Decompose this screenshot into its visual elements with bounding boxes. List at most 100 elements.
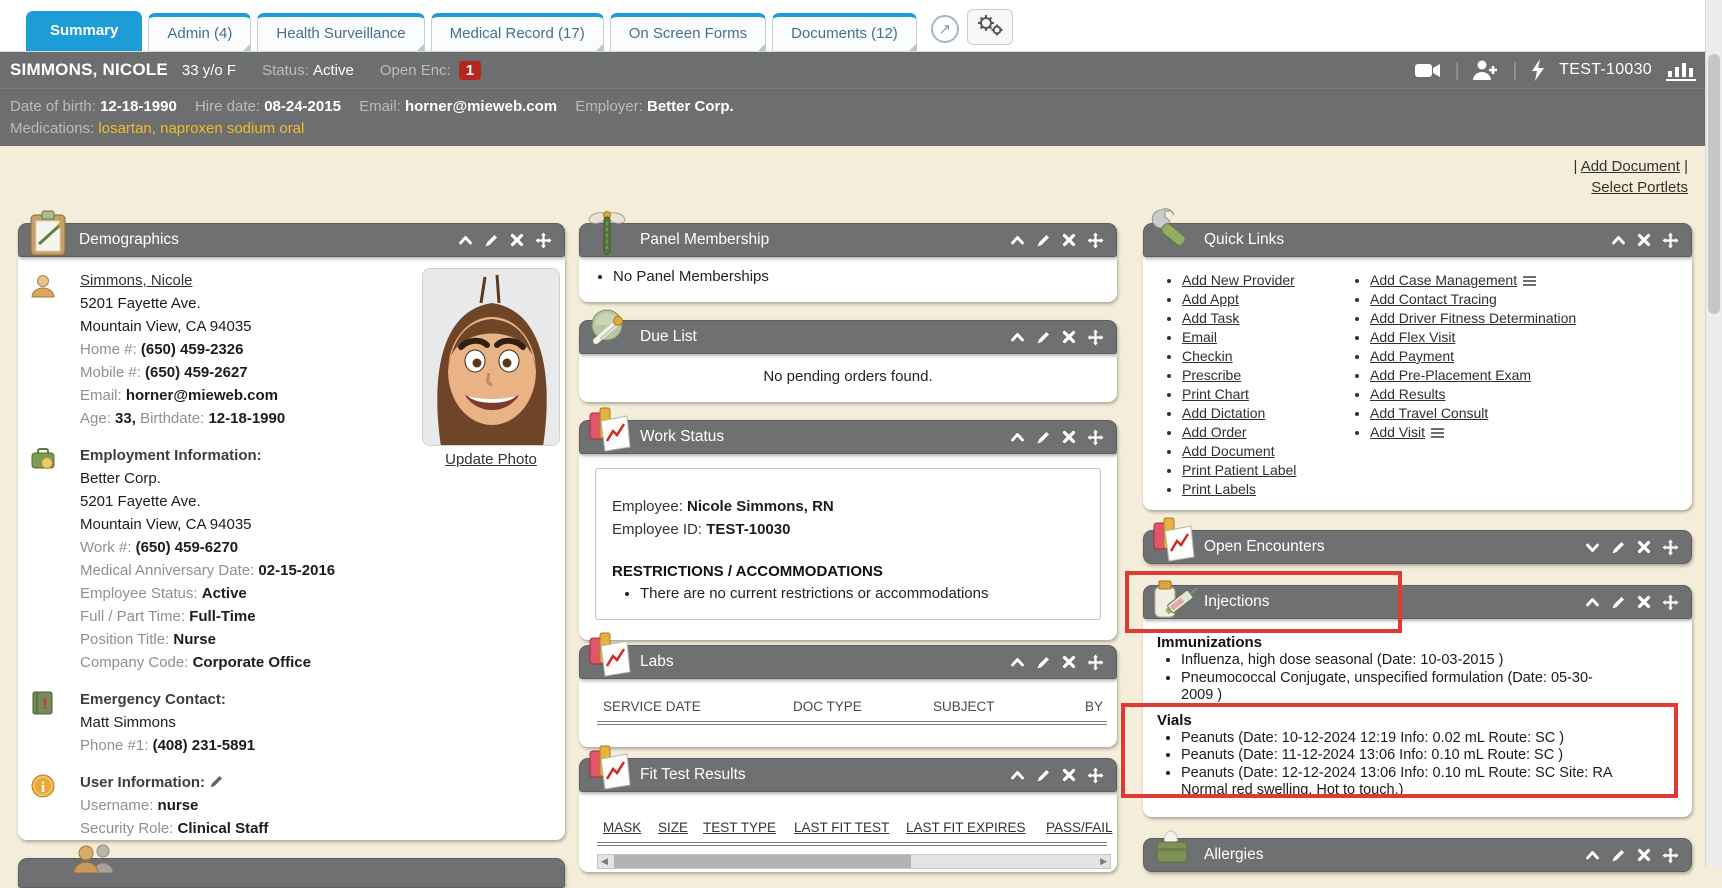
quick-link[interactable]: Add Task	[1182, 310, 1239, 326]
lightning-bolt-icon[interactable]	[1531, 59, 1545, 81]
close-icon[interactable]	[1637, 848, 1651, 862]
edit-icon[interactable]	[484, 233, 499, 248]
quick-link[interactable]: Add Flex Visit	[1370, 329, 1455, 345]
collapse-icon[interactable]	[1585, 595, 1600, 610]
bar-chart-icon[interactable]	[1666, 59, 1696, 81]
edit-icon[interactable]	[1036, 430, 1051, 445]
quick-link[interactable]: Checkin	[1182, 348, 1233, 364]
move-icon[interactable]	[535, 232, 552, 249]
close-icon[interactable]	[1062, 768, 1076, 782]
edit-icon[interactable]	[1611, 595, 1626, 610]
close-icon[interactable]	[1637, 595, 1651, 609]
quick-link[interactable]: Print Labels	[1182, 481, 1256, 497]
edit-icon[interactable]	[1036, 330, 1051, 345]
quick-link[interactable]: Add Order	[1182, 424, 1247, 440]
medication-link[interactable]: losartan	[98, 120, 151, 137]
collapse-icon[interactable]	[1010, 330, 1025, 345]
add-document-link[interactable]: Add Document	[1581, 158, 1680, 175]
move-icon[interactable]	[1087, 429, 1104, 446]
close-icon[interactable]	[1637, 233, 1651, 247]
quick-link[interactable]: Add Payment	[1370, 348, 1454, 364]
move-icon[interactable]	[1087, 654, 1104, 671]
scrollbar-thumb[interactable]	[1708, 54, 1720, 314]
medication-link[interactable]: naproxen sodium oral	[160, 120, 304, 137]
quick-link[interactable]: Add Appt	[1182, 291, 1239, 307]
quick-link[interactable]: Add Results	[1370, 386, 1445, 402]
close-icon[interactable]	[1637, 540, 1651, 554]
portlet-header: Injections	[1143, 585, 1692, 619]
collapse-icon[interactable]	[1611, 233, 1626, 248]
edit-icon[interactable]	[1611, 540, 1626, 555]
quick-link[interactable]: Add Dictation	[1182, 405, 1265, 421]
close-icon[interactable]	[510, 233, 524, 247]
vertical-scrollbar[interactable]	[1705, 0, 1722, 867]
close-icon[interactable]	[1062, 233, 1076, 247]
update-photo-link[interactable]: Update Photo	[445, 451, 537, 468]
move-icon[interactable]	[1662, 594, 1679, 611]
collapse-icon[interactable]	[1010, 768, 1025, 783]
select-portlets-link[interactable]: Select Portlets	[1591, 179, 1688, 196]
scrollbar-thumb[interactable]	[614, 855, 911, 868]
fit-test-column-header[interactable]: LAST FIT TEST	[794, 820, 889, 835]
wrench-icon	[1151, 208, 1197, 260]
close-icon[interactable]	[1062, 330, 1076, 344]
open-enc-label: Open Enc:	[380, 62, 451, 79]
expand-icon[interactable]	[1585, 540, 1600, 555]
collapse-icon[interactable]	[1010, 233, 1025, 248]
info-icon: i	[30, 773, 56, 803]
tab-medical-record[interactable]: Medical Record (17)	[431, 13, 604, 51]
edit-icon[interactable]	[1036, 768, 1051, 783]
patient-age-sex: 33 y/o F	[182, 62, 236, 79]
tab-health-surveillance[interactable]: Health Surveillance	[257, 13, 424, 51]
quick-link[interactable]: Add Contact Tracing	[1370, 291, 1497, 307]
edit-icon[interactable]	[1611, 848, 1626, 863]
collapse-icon[interactable]	[1010, 430, 1025, 445]
edit-icon[interactable]	[1036, 655, 1051, 670]
portlet-title: Fit Test Results	[640, 766, 746, 784]
collapse-icon[interactable]	[458, 233, 473, 248]
scroll-right-arrow[interactable]: ▶	[1100, 856, 1107, 867]
settings-gear-button[interactable]	[967, 9, 1013, 45]
quick-link[interactable]: Add Pre-Placement Exam	[1370, 367, 1531, 383]
tab-summary[interactable]: Summary	[26, 11, 142, 51]
help-icon[interactable]	[931, 15, 959, 43]
tab-admin[interactable]: Admin (4)	[148, 13, 251, 51]
quick-link[interactable]: Add Driver Fitness Determination	[1370, 310, 1576, 326]
person-add-icon[interactable]	[1473, 60, 1498, 81]
quick-link[interactable]: Email	[1182, 329, 1217, 345]
video-camera-icon[interactable]	[1415, 62, 1441, 79]
quick-link[interactable]: Print Chart	[1182, 386, 1249, 402]
scroll-left-arrow[interactable]: ◀	[601, 856, 608, 867]
tab-on-screen-forms[interactable]: On Screen Forms	[610, 13, 766, 51]
close-icon[interactable]	[1062, 655, 1076, 669]
fit-test-column-header[interactable]: MASK	[603, 820, 641, 835]
fit-test-column-header[interactable]: LAST FIT EXPIRES	[906, 820, 1026, 835]
quick-link[interactable]: Add Travel Consult	[1370, 405, 1488, 421]
close-icon[interactable]	[1062, 430, 1076, 444]
fit-test-column-header[interactable]: TEST TYPE	[703, 820, 776, 835]
fit-test-column-header[interactable]: PASS/FAIL	[1046, 820, 1113, 835]
collapse-icon[interactable]	[1585, 848, 1600, 863]
quick-link[interactable]: Print Patient Label	[1182, 462, 1296, 478]
patient-name-link[interactable]: Simmons, Nicole	[80, 272, 193, 289]
fit-test-column-header[interactable]: SIZE	[658, 820, 688, 835]
move-icon[interactable]	[1087, 232, 1104, 249]
quick-link[interactable]: Add Case Management	[1370, 272, 1517, 288]
move-icon[interactable]	[1662, 539, 1679, 556]
quick-link[interactable]: Add Visit	[1370, 424, 1425, 440]
move-icon[interactable]	[1087, 329, 1104, 346]
quick-link[interactable]: Prescribe	[1182, 367, 1241, 383]
quick-link[interactable]: Add Document	[1182, 443, 1275, 459]
move-icon[interactable]	[1662, 232, 1679, 249]
labs-column-header: SERVICE DATE	[603, 699, 701, 714]
move-icon[interactable]	[1087, 767, 1104, 784]
field-medical-anniversary: Medical Anniversary Date: 02-15-2016	[80, 559, 565, 582]
move-icon[interactable]	[1662, 847, 1679, 864]
collapse-icon[interactable]	[1010, 655, 1025, 670]
edit-user-info-icon[interactable]	[209, 774, 224, 789]
immunization-item: Influenza, high dose seasonal (Date: 10-…	[1181, 652, 1611, 670]
open-encounters-badge[interactable]: 1	[459, 61, 481, 80]
tab-documents[interactable]: Documents (12)	[772, 13, 917, 51]
edit-icon[interactable]	[1036, 233, 1051, 248]
quick-link[interactable]: Add New Provider	[1182, 272, 1295, 288]
